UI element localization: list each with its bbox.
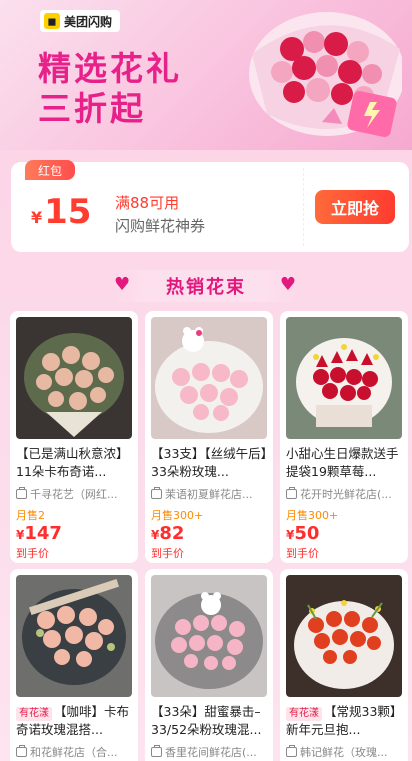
price-note: 到手价 (151, 547, 184, 560)
product-card[interactable]: 有花漾 【常规33颗】新年元旦抱... 韩记鲜花（玫瑰... (280, 569, 408, 761)
brand-name: 美团闪购 (64, 14, 113, 29)
monthly-sales: 月售300+ (286, 509, 339, 522)
store-icon (151, 487, 162, 499)
coupon-tag: 红包 (25, 160, 75, 180)
price-note: 到手价 (16, 547, 49, 560)
claim-coupon-button[interactable]: 立即抢 (315, 190, 395, 224)
heart-icon: ♥ (114, 274, 133, 295)
shop-name[interactable]: 千寻花艺（网红... (16, 486, 134, 502)
shop-name-text: 韩记鲜花（玫瑰... (300, 746, 388, 759)
store-icon (286, 487, 297, 499)
monthly-sales: 月售2 (16, 509, 45, 522)
monthly-sales: 月售300+ (151, 509, 204, 522)
product-image (16, 575, 132, 697)
shop-name[interactable]: 韩记鲜花（玫瑰... (286, 744, 404, 760)
product-price: ¥147 (16, 523, 62, 544)
shop-name[interactable]: 和花鲜花店（合... (16, 744, 134, 760)
shop-name-text: 和花鲜花店（合... (30, 746, 118, 759)
product-tag: 有花漾 (286, 707, 322, 721)
bouquet-illustration (249, 12, 402, 138)
brand-badge: ◼ 美团闪购 (40, 10, 121, 32)
product-title: 有花漾 【咖啡】卡布奇诺玫瑰混搭... (16, 703, 134, 739)
section-title: ♥ 热销花束 ♥ (112, 270, 300, 302)
coupon-description: 闪购鲜花神券 (115, 217, 206, 235)
coupon-card: 红包 ¥ 15 满88可用 闪购鲜花神券 立即抢 (11, 160, 409, 252)
price-note: 到手价 (286, 547, 319, 560)
shop-name-text: 茉语初夏鲜花店... (165, 488, 253, 501)
price-value: 50 (294, 523, 320, 544)
heart-icon: ♥ (279, 274, 298, 295)
shop-name[interactable]: 茉语初夏鲜花店... (151, 486, 269, 502)
promo-banner[interactable]: ◼ 美团闪购 精选花礼 三折起 (0, 0, 412, 150)
coupon-currency: ¥ (31, 208, 43, 227)
product-tag: 有花漾 (16, 707, 52, 721)
product-title: 【33朵】甜蜜暴击–33/52朵粉玫瑰混... (151, 704, 262, 737)
banner-headline: 精选花礼 (38, 49, 182, 88)
product-title: 小甜心生日爆款送手提袋19颗草莓... (286, 446, 399, 479)
product-price: ¥82 (151, 523, 184, 544)
store-icon (151, 745, 162, 757)
coupon-divider (303, 168, 304, 246)
section-title-text: 热销花束 (166, 277, 246, 298)
product-image (286, 575, 402, 697)
shop-name-text: 千寻花艺（网红... (30, 488, 118, 501)
product-image (16, 317, 132, 439)
product-title: 有花漾 【常规33颗】新年元旦抱... (286, 703, 404, 739)
store-icon (286, 745, 297, 757)
product-card[interactable]: 【33支】【丝绒午后】33朵粉玫瑰... 茉语初夏鲜花店... 月售300+ ¥… (145, 311, 273, 563)
product-card[interactable]: 有花漾 【咖啡】卡布奇诺玫瑰混搭... 和花鲜花店（合... (10, 569, 138, 761)
banner-subheadline: 三折起 (38, 89, 146, 128)
product-title: 【已是满山秋意浓】11朵卡布奇诺... (16, 446, 129, 479)
coupon-condition: 满88可用 (115, 194, 180, 212)
meituan-bag-icon: ◼ (44, 13, 60, 29)
price-value: 147 (24, 523, 62, 544)
product-card[interactable]: 小甜心生日爆款送手提袋19颗草莓... 花开时光鲜花店(... 月售300+ ¥… (280, 311, 408, 563)
product-image (151, 575, 267, 697)
price-value: 82 (159, 523, 185, 544)
shop-name-text: 花开时光鲜花店(... (300, 488, 392, 501)
shop-name[interactable]: 花开时光鲜花店(... (286, 486, 404, 502)
shop-name-text: 香里花间鲜花店(... (165, 746, 257, 759)
product-image (286, 317, 402, 439)
coupon-value: 15 (44, 192, 92, 232)
product-price: ¥50 (286, 523, 319, 544)
store-icon (16, 745, 27, 757)
shop-name[interactable]: 香里花间鲜花店(... (151, 744, 269, 760)
product-image (151, 317, 267, 439)
product-card[interactable]: 【33朵】甜蜜暴击–33/52朵粉玫瑰混... 香里花间鲜花店(... (145, 569, 273, 761)
coupon-amount: ¥ 15 (31, 192, 91, 232)
product-card[interactable]: 【已是满山秋意浓】11朵卡布奇诺... 千寻花艺（网红... 月售2 ¥147 … (10, 311, 138, 563)
store-icon (16, 487, 27, 499)
product-title: 【33支】【丝绒午后】33朵粉玫瑰... (151, 446, 267, 479)
